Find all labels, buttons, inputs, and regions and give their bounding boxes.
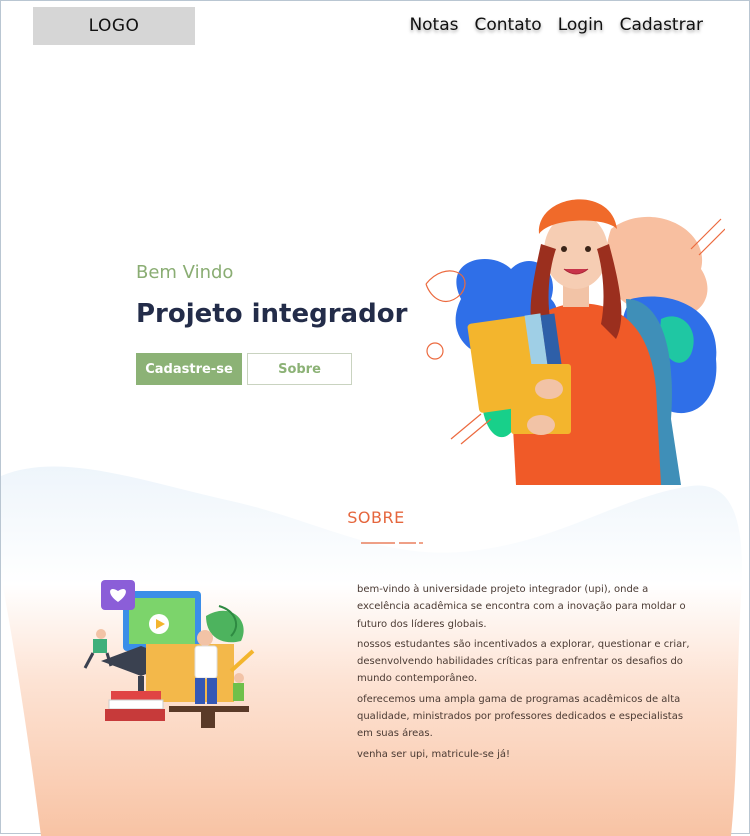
welcome-text: Bem Vindo bbox=[136, 262, 234, 283]
nav-cadastrar[interactable]: Cadastrar bbox=[620, 15, 703, 35]
student-hero-illustration bbox=[425, 199, 725, 485]
signup-button[interactable]: Cadastre-se bbox=[136, 353, 242, 385]
nav-notas[interactable]: Notas bbox=[409, 15, 458, 35]
about-title: SOBRE bbox=[347, 508, 405, 527]
about-paragraph: venha ser upi, matricule-se já! bbox=[357, 748, 511, 760]
nav-login[interactable]: Login bbox=[558, 15, 604, 35]
about-description: bem-vindo à universidade projeto integra… bbox=[357, 581, 697, 766]
about-paragraph: oferecemos uma ampla gama de programas a… bbox=[357, 693, 684, 740]
about-paragraph: bem-vindo à universidade projeto integra… bbox=[357, 584, 686, 630]
about-button[interactable]: Sobre bbox=[247, 353, 352, 385]
main-nav: Notas Contato Login Cadastrar bbox=[409, 15, 703, 35]
about-paragraph: nossos estudantes são incentivados a exp… bbox=[357, 638, 690, 685]
nav-contato[interactable]: Contato bbox=[475, 15, 542, 35]
page-title: Projeto integrador bbox=[136, 299, 408, 329]
logo[interactable]: LOGO bbox=[33, 7, 195, 45]
online-learning-illustration bbox=[83, 580, 255, 728]
about-divider bbox=[361, 542, 423, 544]
